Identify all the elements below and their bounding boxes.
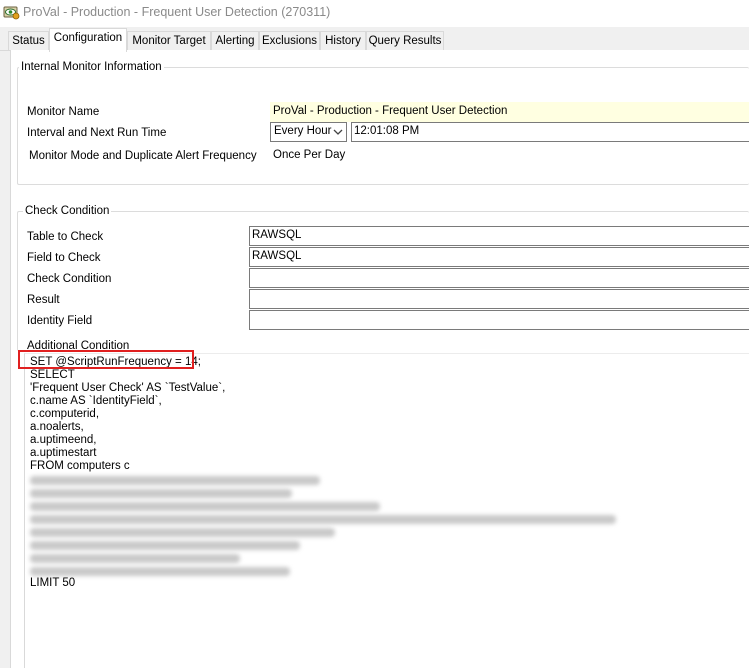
tab-alerting[interactable]: Alerting — [211, 31, 259, 51]
redacted-sql-line — [30, 476, 320, 485]
tab-query-results[interactable]: Query Results — [366, 31, 444, 51]
check-condition-field[interactable] — [249, 268, 749, 288]
field-to-check-label: Field to Check — [27, 252, 101, 264]
sql-line: c.name AS `IdentityField`, — [30, 395, 162, 407]
redacted-sql-line — [30, 528, 335, 537]
redacted-sql-line — [30, 541, 300, 550]
title-bar: ProVal - Production - Frequent User Dete… — [0, 0, 749, 27]
sql-line: SELECT — [30, 369, 75, 381]
sql-line: FROM computers c — [30, 460, 130, 472]
internal-monitor-legend: Internal Monitor Information — [19, 61, 164, 73]
identity-field-label: Identity Field — [27, 315, 93, 327]
monitor-mode-field[interactable]: Once Per Day — [270, 146, 749, 166]
redacted-sql-line — [30, 489, 292, 498]
sql-line: a.noalerts, — [30, 421, 84, 433]
tab-strip: Status Configuration Monitor Target Aler… — [0, 27, 749, 52]
redacted-sql-line — [30, 515, 616, 524]
field-to-check-field[interactable]: RAWSQL — [249, 247, 749, 267]
interval-dropdown[interactable]: Every Hour — [270, 122, 347, 142]
monitor-name-label: Monitor Name — [27, 106, 100, 118]
sql-line: c.computerid, — [30, 408, 100, 420]
monitor-app-icon — [3, 6, 20, 20]
sql-line: a.uptimeend, — [30, 434, 97, 446]
chevron-down-icon — [333, 129, 343, 135]
identity-field-input[interactable] — [249, 310, 749, 330]
table-to-check-field[interactable]: RAWSQL — [249, 226, 749, 246]
tab-configuration[interactable]: Configuration — [49, 28, 127, 52]
window-title: ProVal - Production - Frequent User Dete… — [23, 5, 331, 19]
redacted-sql-line — [30, 502, 380, 511]
sql-line: LIMIT 50 — [30, 577, 76, 589]
interval-label: Interval and Next Run Time — [27, 127, 167, 139]
tab-exclusions[interactable]: Exclusions — [259, 31, 320, 51]
tab-monitor-target[interactable]: Monitor Target — [127, 31, 211, 51]
highlight-box — [18, 350, 194, 369]
interval-dropdown-value: Every Hour — [274, 125, 332, 137]
check-condition-legend: Check Condition — [23, 205, 112, 217]
sql-line: 'Frequent User Check' AS `TestValue`, — [30, 382, 226, 394]
tab-history[interactable]: History — [320, 31, 366, 51]
monitor-name-field[interactable]: ProVal - Production - Frequent User Dete… — [270, 102, 749, 122]
check-condition-label: Check Condition — [27, 273, 112, 285]
sql-line: a.uptimestart — [30, 447, 97, 459]
table-to-check-label: Table to Check — [27, 231, 104, 243]
result-label: Result — [27, 294, 60, 306]
result-field[interactable] — [249, 289, 749, 309]
monitor-mode-label: Monitor Mode and Duplicate Alert Frequen… — [29, 150, 257, 162]
next-run-time-field[interactable]: 12:01:08 PM — [351, 122, 749, 142]
redacted-sql-line — [30, 554, 240, 563]
redacted-sql-line — [30, 567, 290, 576]
tab-status[interactable]: Status — [8, 31, 49, 51]
